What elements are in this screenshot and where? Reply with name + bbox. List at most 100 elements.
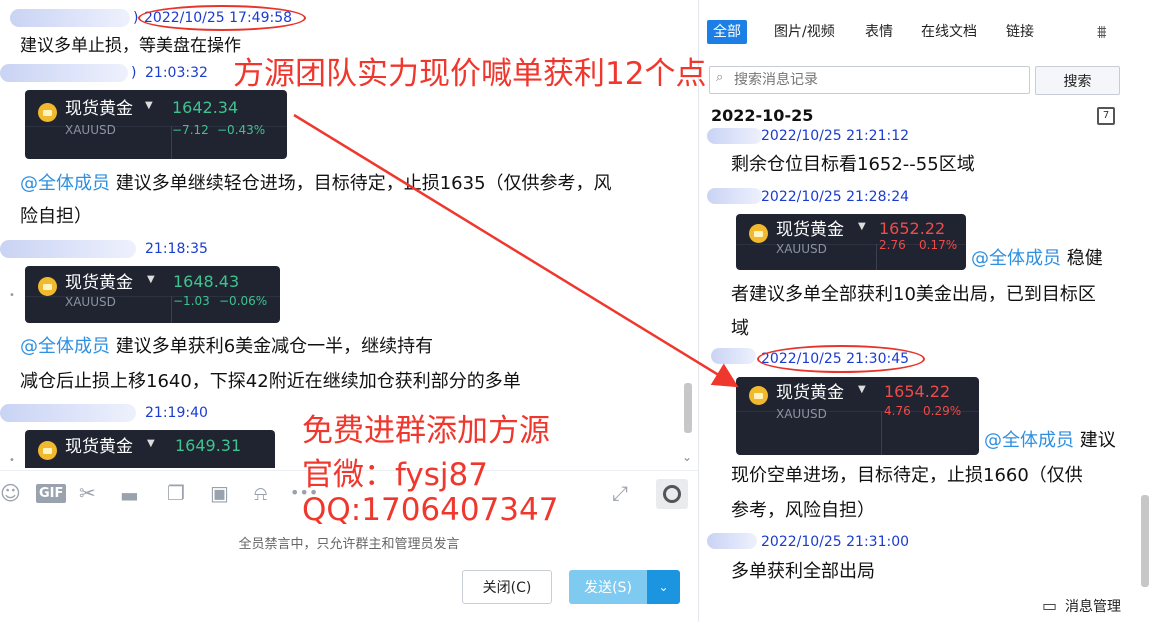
clock-icon: [663, 485, 681, 503]
history-scrollbar[interactable]: [1141, 495, 1149, 587]
quote-name: 现货黄金: [776, 383, 844, 403]
tab-media[interactable]: 图片/视频: [768, 20, 841, 44]
message-text: 现价空单进场，目标待定，止损1660（仅供: [731, 465, 1083, 486]
chat-scrollbar[interactable]: [684, 383, 692, 433]
search-button[interactable]: 搜索: [1035, 66, 1120, 95]
message-manage-icon: ▭: [1042, 596, 1058, 615]
quote-name: 现货黄金: [776, 220, 844, 240]
quote-card[interactable]: 现货黄金 ▼ 1649.31: [25, 430, 275, 468]
mention-all[interactable]: @全体成员: [20, 173, 110, 194]
quote-change: 2.76: [879, 238, 906, 252]
promo-text-2: 官微：fysj87: [302, 457, 488, 493]
mention-all[interactable]: @全体成员: [20, 336, 110, 357]
message-text: @全体成员 建议: [984, 430, 1116, 451]
message-text: 多单获利全部出局: [731, 561, 875, 582]
mention-all[interactable]: @全体成员: [971, 248, 1061, 269]
promo-text-3: QQ:1706407347: [302, 492, 559, 528]
sticker-icon[interactable]: ❐: [167, 480, 185, 506]
message-timestamp: 2022/10/25 21:21:12: [761, 128, 910, 144]
sender-name-blurred: [10, 9, 130, 27]
sender-name-blurred: [711, 348, 756, 364]
gold-coin-icon: [38, 103, 57, 122]
quote-change: −7.12: [172, 123, 209, 137]
message-text: @全体成员 建议多单获利6美金减仓一半，继续持有: [20, 336, 434, 357]
message-timestamp: 2022/10/25 21:31:00: [761, 534, 910, 550]
quote-price: 1648.43: [173, 272, 240, 291]
quote-percent: 0.29%: [923, 404, 962, 418]
quote-symbol: XAUUSD: [776, 407, 827, 421]
sender-name-blurred: [0, 64, 128, 82]
message-text: 者建议多单全部获利10美金出局，已到目标区: [731, 284, 1096, 305]
tab-links[interactable]: 链接: [1000, 20, 1040, 44]
message-timestamp: 2022/10/25 21:28:24: [761, 189, 910, 205]
quote-name: 现货黄金: [65, 273, 133, 293]
mention-all[interactable]: @全体成员: [984, 430, 1074, 451]
scissors-icon[interactable]: ✂: [79, 480, 96, 506]
message-manage-link[interactable]: 消息管理: [1065, 596, 1121, 616]
quote-change: −1.03: [173, 294, 210, 308]
image-icon[interactable]: ▣: [210, 480, 229, 506]
sender-name-blurred: [707, 533, 757, 549]
quote-price: 1654.22: [884, 382, 951, 401]
quote-percent: −0.06%: [219, 294, 268, 308]
chevron-down-icon: ▼: [858, 384, 866, 395]
quote-card[interactable]: 现货黄金 ▼ XAUUSD 1642.34 −7.12 −0.43%: [25, 90, 287, 159]
quote-price: 1642.34: [172, 98, 239, 117]
message-timestamp: 21:18:35: [145, 241, 208, 257]
chevron-down-icon: ⌄: [658, 580, 669, 594]
quote-card[interactable]: 现货黄金 ▼ XAUUSD 1654.22 4.76 0.29%: [736, 377, 979, 455]
sender-name-blurred: [707, 128, 762, 144]
expand-icon[interactable]: ⤢: [612, 480, 628, 506]
chevron-down-icon: ▼: [147, 438, 155, 449]
annotation-headline: 方源团队实力现价喊单获利12个点: [233, 56, 707, 92]
message-history-panel: 全部 图片/视频 表情 在线文档 链接 ⩩ ⌕ 搜索 2022-10-25 7 …: [698, 0, 1153, 622]
quote-name: 现货黄金: [65, 437, 133, 457]
mute-notice: 全员禁言中，只允许群主和管理员发言: [238, 537, 460, 552]
search-input[interactable]: [709, 66, 1030, 94]
chevron-down-icon: ▼: [147, 274, 155, 285]
quote-name: 现货黄金: [65, 99, 133, 119]
tab-docs[interactable]: 在线文档: [915, 20, 983, 44]
send-options-dropdown[interactable]: ⌄: [647, 570, 680, 604]
message-timestamp: ): [131, 65, 137, 81]
gold-coin-icon: [38, 441, 57, 460]
calendar-icon[interactable]: 7: [1097, 107, 1115, 125]
message-text: 域: [731, 318, 749, 339]
message-timestamp: 21:03:32: [145, 65, 208, 81]
quote-card[interactable]: 现货黄金 ▼ XAUUSD 1648.43 −1.03 −0.06%: [25, 266, 280, 323]
filter-icon[interactable]: ⩩: [1097, 22, 1107, 43]
gold-coin-icon: [749, 224, 768, 243]
folder-icon[interactable]: ▬: [120, 482, 139, 508]
gif-icon[interactable]: GIF: [36, 484, 67, 503]
message-text: 减仓后止损上移1640，下探42附近在继续加仓获利部分的多单: [20, 371, 521, 392]
chevron-down-icon: ▼: [858, 221, 866, 232]
chat-panel: ) 2022/10/25 17:49:58 建议多单止损，等美盘在操作 ) 21…: [0, 0, 698, 622]
message-text: 参考，风险自担）: [731, 500, 875, 521]
bell-icon[interactable]: ⍾: [254, 480, 267, 506]
quote-price: 1652.22: [879, 219, 946, 238]
quote-change: 4.76: [884, 404, 911, 418]
sender-name-blurred: [707, 188, 762, 204]
history-button[interactable]: [656, 479, 688, 509]
date-header: 2022-10-25: [711, 106, 814, 125]
quote-percent: 0.17%: [919, 238, 958, 252]
quote-symbol: XAUUSD: [776, 242, 827, 256]
sender-name-blurred: [0, 240, 136, 258]
quote-price: 1649.31: [175, 436, 242, 455]
chevron-down-icon: ▼: [145, 100, 153, 111]
message-text: 建议多单止损，等美盘在操作: [20, 36, 241, 56]
quote-card[interactable]: 现货黄金 ▼ XAUUSD 1652.22 2.76 0.17%: [736, 214, 966, 270]
promo-text-1: 免费进群添加方源: [302, 413, 550, 449]
tab-all[interactable]: 全部: [707, 20, 747, 44]
highlight-oval: [757, 345, 925, 373]
send-button[interactable]: 发送(S): [569, 570, 647, 604]
gold-coin-icon: [749, 386, 768, 405]
tab-stickers[interactable]: 表情: [859, 20, 899, 44]
emoji-icon[interactable]: ☺: [0, 480, 21, 506]
message-text: @全体成员 建议多单继续轻仓进场，目标待定，止损1635（仅供参考，风: [20, 173, 612, 194]
quote-symbol: XAUUSD: [65, 123, 116, 137]
collapse-icon[interactable]: ⌄: [682, 450, 692, 464]
message-text: 剩余仓位目标看1652--55区域: [731, 154, 975, 175]
message-timestamp: 21:19:40: [145, 405, 208, 421]
close-button[interactable]: 关闭(C): [462, 570, 552, 604]
